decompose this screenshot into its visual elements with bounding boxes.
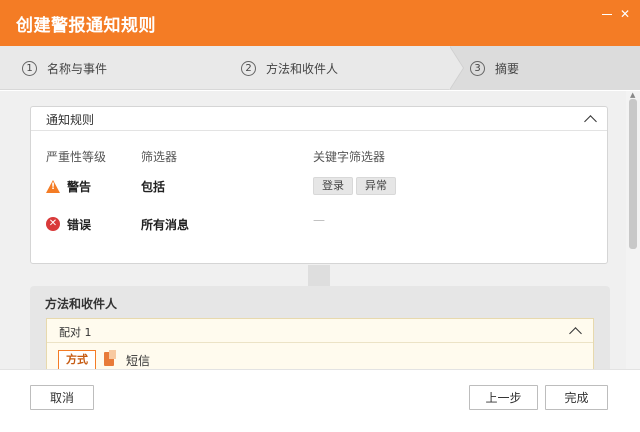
filter-column-header: 筛选器 [141,150,178,164]
keyword-column-header: 关键字筛选器 [313,150,386,164]
dialog-title: 创建警报通知规则 [16,16,156,36]
title-bar: 创建警报通知规则 ✕ [0,0,640,46]
error-icon: ✕ [46,217,60,231]
wizard-steps: 1 名称与事件 2 方法和收件人 3 摘要 [0,46,640,90]
rules-card-title: 通知规则 [46,113,95,127]
pair-panel: 配对 1 方式 短信 [46,318,594,369]
step-number: 3 [470,60,485,76]
step-label: 摘要 [495,61,520,76]
chevron-up-icon[interactable] [569,327,582,340]
step-arrow-divider-inner [449,46,463,90]
keyword-empty-dash: — [313,213,325,227]
card-connector [308,265,330,287]
step-label: 名称与事件 [47,61,108,76]
cancel-button[interactable]: 取消 [30,385,94,410]
method-recipients-title: 方法和收件人 [45,297,118,311]
pair-header[interactable]: 配对 1 [47,319,593,343]
notification-rules-card: 通知规则 严重性等级 筛选器 关键字筛选器 警告 包括 登录 异常 ✕ 错误 所… [30,106,608,264]
scroll-up-icon[interactable]: ▲ [630,91,635,99]
severity-column-header: 严重性等级 [46,150,107,164]
minimize-icon[interactable] [602,14,612,15]
warning-icon [46,180,60,193]
scrollbar-thumb[interactable] [629,99,637,249]
step-name-and-event[interactable]: 1 名称与事件 [22,46,107,90]
summary-content: 通知规则 严重性等级 筛选器 关键字筛选器 警告 包括 登录 异常 ✕ 错误 所… [0,91,626,369]
step-number: 2 [241,60,256,76]
filter-include-label: 包括 [141,180,166,194]
step-method-and-recipients[interactable]: 2 方法和收件人 [241,46,338,90]
method-recipients-card: 方法和收件人 配对 1 方式 短信 [30,286,610,369]
filter-all-messages-label: 所有消息 [141,218,190,232]
method-tab[interactable]: 方式 [58,350,96,369]
step-label: 方法和收件人 [266,61,339,76]
pair-title: 配对 1 [59,326,92,339]
step-number: 1 [22,60,37,76]
finish-button[interactable]: 完成 [545,385,608,410]
chevron-up-icon[interactable] [584,115,597,128]
dialog-footer: 取消 上一步 完成 [0,369,640,432]
vertical-scrollbar[interactable]: ▲ [626,91,640,369]
severity-error-label: 错误 [67,218,92,232]
rules-card-header[interactable]: 通知规则 [31,107,607,131]
sms-icon [104,350,116,366]
close-icon[interactable]: ✕ [620,8,630,20]
step-summary[interactable]: 3 摘要 [470,46,519,90]
keyword-tag-login: 登录 [313,177,353,195]
keyword-tag-exception: 异常 [356,177,396,195]
previous-button[interactable]: 上一步 [469,385,538,410]
severity-warning-label: 警告 [67,180,92,194]
sms-method-label: 短信 [126,354,151,368]
